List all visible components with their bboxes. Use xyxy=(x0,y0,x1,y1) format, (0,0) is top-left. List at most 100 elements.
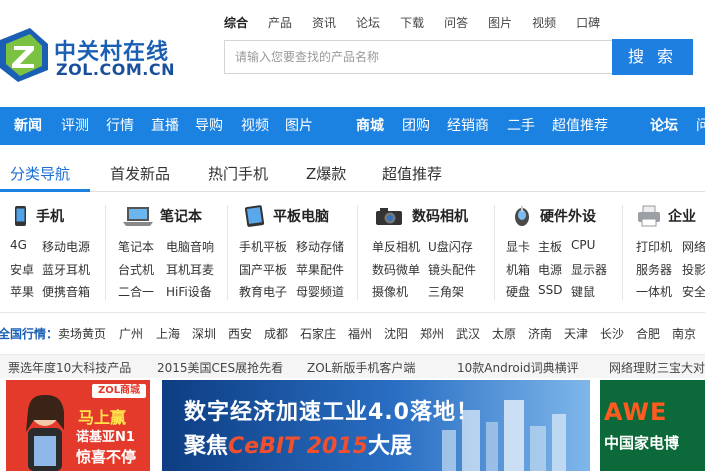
zol-logo-mark[interactable] xyxy=(0,28,48,82)
search-input[interactable]: 请输入您要查找的产品名称 xyxy=(224,40,612,74)
link-mobile-storage[interactable]: 移动存储 xyxy=(296,238,344,255)
city-link-hefei[interactable]: 合肥 xyxy=(636,325,660,342)
link-chassis[interactable]: 机箱 xyxy=(506,261,530,278)
link-dslr[interactable]: 单反相机 xyxy=(372,238,420,255)
nav-dealers[interactable]: 经销商 xyxy=(447,107,489,145)
link-edu-electronics[interactable]: 教育电子 xyxy=(239,283,287,300)
link-camcorder[interactable]: 摄像机 xyxy=(372,283,408,300)
search-tab-qa[interactable]: 问答 xyxy=(444,14,468,31)
link-pc-speaker[interactable]: 电脑音响 xyxy=(166,238,214,255)
column-tablet-header[interactable]: 平板电脑 xyxy=(243,205,329,227)
city-link-zhengzhou[interactable]: 郑州 xyxy=(420,325,444,342)
city-link-fuzhou[interactable]: 福州 xyxy=(348,325,372,342)
search-button[interactable]: 搜 索 xyxy=(612,39,693,75)
link-apple-accessories[interactable]: 苹果配件 xyxy=(296,261,344,278)
link-headphones[interactable]: 耳机耳麦 xyxy=(166,261,214,278)
ticker-headline[interactable]: ZOL新版手机客户端 xyxy=(307,359,415,376)
city-link-taiyuan[interactable]: 太原 xyxy=(492,325,516,342)
nav-forum[interactable]: 论坛 xyxy=(650,107,678,145)
search-tab-reviews[interactable]: 口碑 xyxy=(576,14,600,31)
link-phone-tablet[interactable]: 手机平板 xyxy=(239,238,287,255)
ticker-headline[interactable]: 2015美国CES展抢先看 xyxy=(157,359,283,376)
link-android[interactable]: 安卓 xyxy=(10,261,34,278)
link-network[interactable]: 网络 xyxy=(682,238,705,255)
nav-video[interactable]: 视频 xyxy=(241,107,269,145)
city-link-wuhan[interactable]: 武汉 xyxy=(456,325,480,342)
nav-secondhand[interactable]: 二手 xyxy=(507,107,535,145)
link-monitor[interactable]: 显示器 xyxy=(571,261,607,278)
link-desktop[interactable]: 台式机 xyxy=(118,261,154,278)
nav-mall[interactable]: 商城 xyxy=(356,107,384,145)
city-link-jinan[interactable]: 济南 xyxy=(528,325,552,342)
city-link-changsha[interactable]: 长沙 xyxy=(600,325,624,342)
link-server[interactable]: 服务器 xyxy=(636,261,672,278)
city-link-yellow-pages[interactable]: 卖场黄页 xyxy=(58,325,106,342)
link-tripod[interactable]: 三角架 xyxy=(428,283,464,300)
banner-cebit-2015[interactable]: 数字经济加速工业4.0落地！ 聚焦CeBIT 2015大展 xyxy=(162,380,590,471)
search-tab-forum[interactable]: 论坛 xyxy=(356,14,380,31)
link-domestic-tablet[interactable]: 国产平板 xyxy=(239,261,287,278)
search-tab-download[interactable]: 下载 xyxy=(400,14,424,31)
banner-awe-expo[interactable]: AWE 中国家电博 xyxy=(600,380,705,471)
tab-z-hot[interactable]: Z爆款 xyxy=(306,163,346,184)
column-laptop-title[interactable]: 笔记本 xyxy=(160,206,202,226)
search-tab-news[interactable]: 资讯 xyxy=(312,14,336,31)
ticker-headline[interactable]: 票选年度10大科技产品 xyxy=(8,359,131,376)
link-ssd[interactable]: SSD xyxy=(538,283,562,297)
banner-zol-mall-promo[interactable]: ZOL商城 马上赢 诺基亚N1 惊喜不停 xyxy=(6,380,150,471)
link-printer[interactable]: 打印机 xyxy=(636,238,672,255)
nav-market[interactable]: 行情 xyxy=(106,107,134,145)
link-baby-channel[interactable]: 母婴频道 xyxy=(296,283,344,300)
link-power-supply[interactable]: 电源 xyxy=(538,261,562,278)
tab-deals[interactable]: 超值推荐 xyxy=(382,163,442,184)
column-hardware-title[interactable]: 硬件外设 xyxy=(540,206,596,226)
link-gpu[interactable]: 显卡 xyxy=(506,238,530,255)
column-camera-title[interactable]: 数码相机 xyxy=(412,206,468,226)
nav-news[interactable]: 新闻 xyxy=(14,107,42,145)
column-laptop-header[interactable]: 笔记本 xyxy=(122,206,202,226)
city-link-chengdu[interactable]: 成都 xyxy=(264,325,288,342)
link-mirrorless[interactable]: 数码微单 xyxy=(372,261,420,278)
city-link-guangzhou[interactable]: 广州 xyxy=(119,325,143,342)
link-usb-flash[interactable]: U盘闪存 xyxy=(428,238,473,255)
ticker-headline[interactable]: 10款Android词典横评 xyxy=(457,359,579,376)
column-tablet-title[interactable]: 平板电脑 xyxy=(273,206,329,226)
column-camera-header[interactable]: 数码相机 xyxy=(374,206,468,226)
column-enterprise-title[interactable]: 企业 xyxy=(668,206,696,226)
nav-deals[interactable]: 超值推荐 xyxy=(552,107,608,145)
link-notebook[interactable]: 笔记本 xyxy=(118,238,154,255)
city-link-shijiazhuang[interactable]: 石家庄 xyxy=(300,325,336,342)
nav-images[interactable]: 图片 xyxy=(285,107,313,145)
link-lens-accessories[interactable]: 镜头配件 xyxy=(428,261,476,278)
link-hdd[interactable]: 硬盘 xyxy=(506,283,530,300)
tab-new-releases[interactable]: 首发新品 xyxy=(110,163,170,184)
link-apple[interactable]: 苹果 xyxy=(10,283,34,300)
tab-category-nav[interactable]: 分类导航 xyxy=(10,163,70,184)
city-link-shenzhen[interactable]: 深圳 xyxy=(192,325,216,342)
link-security[interactable]: 安全 xyxy=(682,283,705,300)
nav-live[interactable]: 直播 xyxy=(151,107,179,145)
link-2in1[interactable]: 二合一 xyxy=(118,283,154,300)
ticker-headline[interactable]: 网络理财三宝大对决 xyxy=(609,359,705,376)
link-all-in-one[interactable]: 一体机 xyxy=(636,283,672,300)
link-cpu[interactable]: CPU xyxy=(571,238,595,252)
nav-groupbuy[interactable]: 团购 xyxy=(402,107,430,145)
link-portable-speaker[interactable]: 便携音箱 xyxy=(42,283,90,300)
nav-reviews[interactable]: 评测 xyxy=(61,107,89,145)
link-bt-headset[interactable]: 蓝牙耳机 xyxy=(42,261,90,278)
city-link-tianjin[interactable]: 天津 xyxy=(564,325,588,342)
search-tab-images[interactable]: 图片 xyxy=(488,14,512,31)
column-hardware-header[interactable]: 硬件外设 xyxy=(510,206,596,226)
link-power-bank[interactable]: 移动电源 xyxy=(42,238,90,255)
link-motherboard[interactable]: 主板 xyxy=(538,238,562,255)
column-enterprise-header[interactable]: 企业 xyxy=(636,205,696,227)
link-projector[interactable]: 投影 xyxy=(682,261,705,278)
search-tab-products[interactable]: 产品 xyxy=(268,14,292,31)
link-4g[interactable]: 4G xyxy=(10,238,27,252)
column-phone-header[interactable]: 手机 xyxy=(10,206,64,226)
nav-ask[interactable]: 问 xyxy=(696,107,705,145)
column-phone-title[interactable]: 手机 xyxy=(36,206,64,226)
city-link-nanjing[interactable]: 南京 xyxy=(672,325,696,342)
link-keyboard-mouse[interactable]: 键鼠 xyxy=(571,283,595,300)
tab-hot-phones[interactable]: 热门手机 xyxy=(208,163,268,184)
